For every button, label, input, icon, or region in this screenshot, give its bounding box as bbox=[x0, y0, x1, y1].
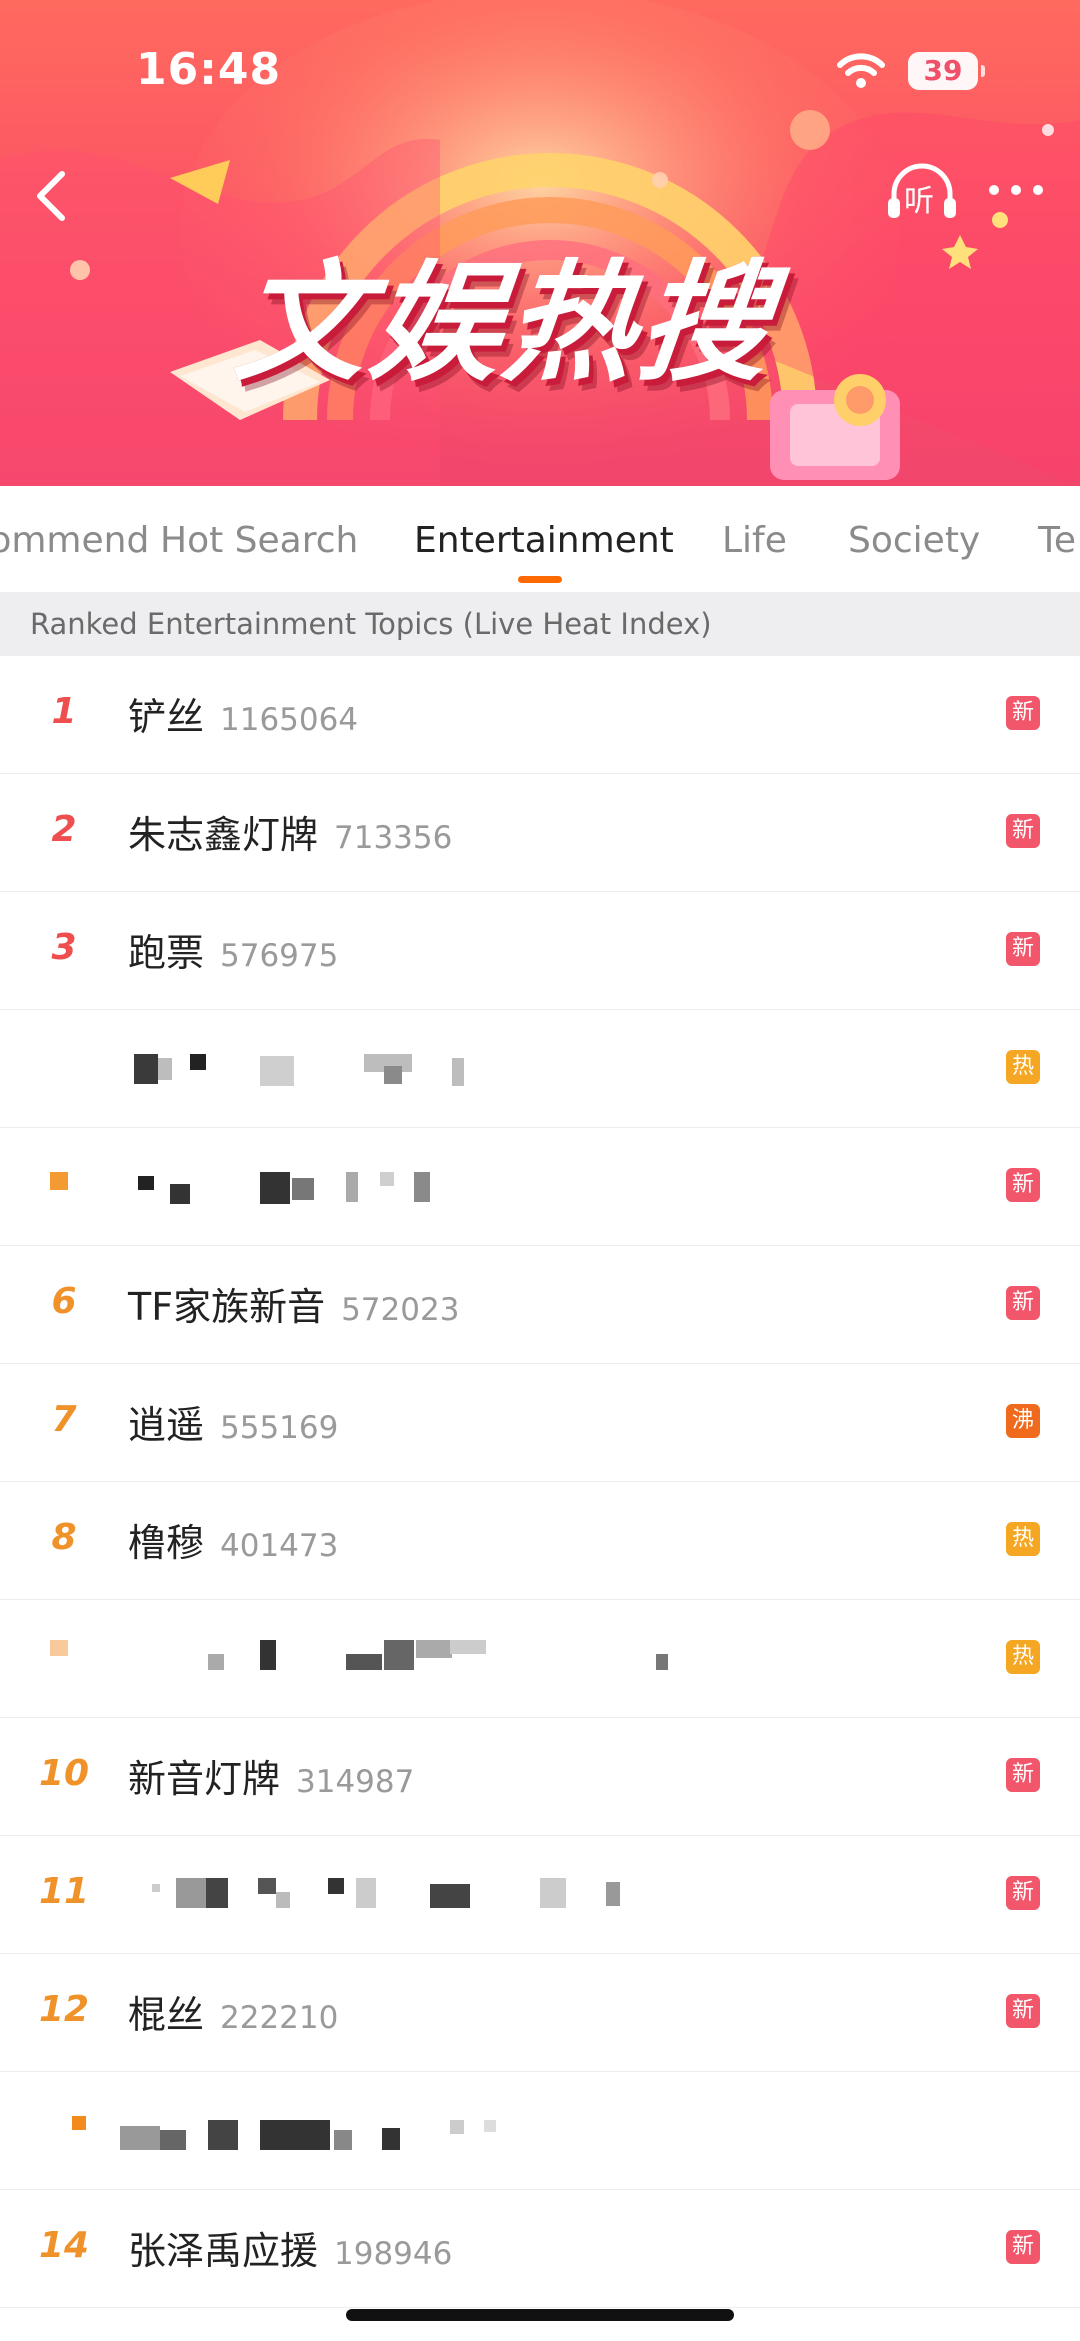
rank-marker bbox=[50, 1172, 68, 1190]
tab-society[interactable]: Society bbox=[848, 520, 980, 561]
list-item[interactable]: 12 棍丝 222210 新 bbox=[0, 1954, 1080, 2072]
heat-index: 572023 bbox=[341, 1292, 460, 1328]
topic-title: 新音灯牌 314987 bbox=[128, 1748, 414, 1803]
rank-number: 14 bbox=[38, 2225, 90, 2266]
topic-title: 逍遥 555169 bbox=[128, 1394, 338, 1449]
rank-number: 8 bbox=[51, 1517, 77, 1558]
pixelated-topic bbox=[152, 1878, 632, 1914]
pixelated-topic bbox=[136, 1172, 456, 1208]
rank-number: 10 bbox=[38, 1753, 90, 1794]
rank-number: 3 bbox=[51, 927, 77, 968]
hot-badge: 热 bbox=[1006, 1640, 1040, 1674]
heat-index: 314987 bbox=[296, 1764, 415, 1800]
topic-text: 跑票 bbox=[128, 931, 205, 975]
topic-text: TF家族新音 bbox=[128, 1285, 326, 1329]
topic-text: 新音灯牌 bbox=[128, 1757, 281, 1801]
topic-title: 铲丝 1165064 bbox=[128, 686, 358, 741]
pixelated-topic bbox=[200, 1640, 680, 1676]
header-banner: 16:48 39 听 文娱热搜 bbox=[0, 0, 1080, 486]
status-time: 16:48 bbox=[136, 44, 282, 95]
rank-marker bbox=[72, 2116, 86, 2130]
new-badge: 新 bbox=[1006, 1876, 1040, 1910]
tab-entertainment[interactable]: Entertainment bbox=[414, 520, 674, 561]
section-header: Ranked Entertainment Topics (Live Heat I… bbox=[0, 592, 1080, 656]
topic-text: 橹穆 bbox=[128, 1521, 205, 1565]
hot-search-list: 1 铲丝 1165064 新 2 朱志鑫灯牌 713356 新 3 跑票 576975… bbox=[0, 656, 1080, 2308]
tab-hot-search[interactable]: Hot Search bbox=[160, 520, 358, 561]
new-badge: 新 bbox=[1006, 814, 1040, 848]
topic-title: 棍丝 222210 bbox=[128, 1984, 338, 2039]
topic-title: TF家族新音 572023 bbox=[128, 1276, 459, 1331]
new-badge: 新 bbox=[1006, 932, 1040, 966]
home-indicator[interactable] bbox=[346, 2309, 734, 2321]
more-options-button[interactable] bbox=[982, 168, 1052, 218]
topic-title: 张泽禹应援 198946 bbox=[128, 2220, 452, 2275]
back-button[interactable] bbox=[20, 160, 90, 230]
rank-number: 6 bbox=[51, 1281, 77, 1322]
banner-title: 文娱热搜 bbox=[228, 247, 781, 399]
tab-life[interactable]: Life bbox=[722, 520, 787, 561]
listen-label: 听 bbox=[904, 184, 934, 219]
topic-text: 铲丝 bbox=[128, 695, 205, 739]
list-item[interactable]: 热 bbox=[0, 1010, 1080, 1128]
heat-index: 576975 bbox=[220, 938, 339, 974]
list-item[interactable]: 8 橹穆 401473 热 bbox=[0, 1482, 1080, 1600]
new-badge: 新 bbox=[1006, 1286, 1040, 1320]
rank-number: 2 bbox=[51, 809, 77, 850]
list-item[interactable] bbox=[0, 2072, 1080, 2190]
list-item[interactable]: 1 铲丝 1165064 新 bbox=[0, 656, 1080, 774]
heat-index: 713356 bbox=[334, 820, 453, 856]
topic-title: 朱志鑫灯牌 713356 bbox=[128, 804, 452, 859]
screen: 16:48 39 听 文娱热搜 Recommend Hot Se bbox=[0, 0, 1080, 2341]
list-item[interactable]: 2 朱志鑫灯牌 713356 新 bbox=[0, 774, 1080, 892]
hot-badge: 热 bbox=[1006, 1050, 1040, 1084]
rank-marker bbox=[50, 1640, 68, 1656]
heat-index: 555169 bbox=[220, 1410, 339, 1446]
rank-number: 12 bbox=[38, 1989, 90, 2030]
topic-text: 逍遥 bbox=[128, 1403, 205, 1447]
tab-recommend[interactable]: Recommend bbox=[0, 520, 149, 561]
new-badge: 新 bbox=[1006, 1994, 1040, 2028]
heat-index: 401473 bbox=[220, 1528, 339, 1564]
list-item[interactable]: 11 新 bbox=[0, 1836, 1080, 1954]
rank-number: 7 bbox=[51, 1399, 77, 1440]
rank-number: 11 bbox=[38, 1871, 90, 1912]
topic-title: 橹穆 401473 bbox=[128, 1512, 338, 1567]
new-badge: 新 bbox=[1006, 696, 1040, 730]
heat-index: 198946 bbox=[334, 2236, 453, 2272]
topic-text: 棍丝 bbox=[128, 1993, 205, 2037]
rank-number: 1 bbox=[51, 691, 77, 732]
list-item[interactable]: 3 跑票 576975 新 bbox=[0, 892, 1080, 1010]
list-item[interactable]: 6 TF家族新音 572023 新 bbox=[0, 1246, 1080, 1364]
new-badge: 新 bbox=[1006, 2230, 1040, 2264]
list-item[interactable]: 新 bbox=[0, 1128, 1080, 1246]
boiling-badge: 沸 bbox=[1006, 1404, 1040, 1438]
new-badge: 新 bbox=[1006, 1168, 1040, 1202]
list-item[interactable]: 热 bbox=[0, 1600, 1080, 1718]
battery-indicator: 39 bbox=[908, 52, 985, 90]
list-item[interactable]: 7 逍遥 555169 沸 bbox=[0, 1364, 1080, 1482]
topic-text: 张泽禹应援 bbox=[128, 2229, 319, 2273]
pixelated-topic bbox=[120, 2120, 520, 2156]
heat-index: 222210 bbox=[220, 2000, 339, 2036]
list-item[interactable]: 14 张泽禹应援 198946 新 bbox=[0, 2190, 1080, 2308]
topic-text: 朱志鑫灯牌 bbox=[128, 813, 319, 857]
new-badge: 新 bbox=[1006, 1758, 1040, 1792]
pixelated-topic bbox=[130, 1054, 480, 1088]
list-item[interactable]: 10 新音灯牌 314987 新 bbox=[0, 1718, 1080, 1836]
topic-title: 跑票 576975 bbox=[128, 922, 338, 977]
listen-button[interactable]: 听 bbox=[886, 162, 958, 222]
wifi-icon bbox=[837, 53, 885, 88]
active-tab-indicator bbox=[518, 576, 562, 583]
tab-tech[interactable]: Te bbox=[1038, 520, 1076, 561]
section-header-label: Ranked Entertainment Topics (Live Heat I… bbox=[30, 607, 712, 641]
heat-index: 1165064 bbox=[220, 702, 359, 738]
category-tabs: Recommend Hot Search Entertainment Life … bbox=[0, 486, 1080, 592]
hot-badge: 热 bbox=[1006, 1522, 1040, 1556]
